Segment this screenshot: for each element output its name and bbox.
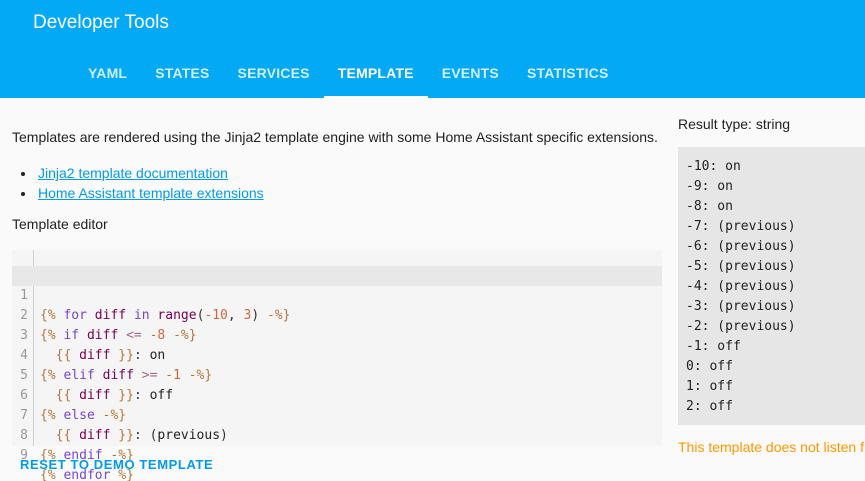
listen-warning-text: This template does not listen f	[678, 439, 864, 455]
tab-template[interactable]: TEMPLATE	[323, 50, 428, 98]
result-type-label: Result type: string	[678, 116, 791, 132]
template-editor-label: Template editor	[12, 216, 108, 232]
result-line: -3: (previous)	[686, 299, 796, 314]
result-line: -5: (previous)	[686, 259, 796, 274]
code-line[interactable]: 7 {{ diff }}: (previous)	[12, 386, 662, 443]
code-line[interactable]: 6 {% else -%}	[12, 366, 662, 423]
code-line[interactable]: 1 {% for diff in range(-10, 3) -%}	[12, 266, 662, 323]
result-line: -6: (previous)	[686, 239, 796, 254]
result-line: -7: (previous)	[686, 219, 796, 234]
result-line: 2: off	[686, 399, 733, 414]
code-line[interactable]: 9 {% endfor %}	[12, 426, 662, 481]
result-line: -1: off	[686, 339, 741, 354]
code-line[interactable]: 3 {{ diff }}: on	[12, 306, 662, 363]
result-line: 1: off	[686, 379, 733, 394]
code-line[interactable]: 8 {% endif -%}	[12, 406, 662, 463]
tab-events[interactable]: EVENTS	[428, 50, 513, 98]
tab-statistics[interactable]: STATISTICS	[513, 50, 623, 98]
result-output: -10: on -9: on -8: on -7: (previous) -6:…	[678, 147, 865, 425]
tab-states[interactable]: STATES	[141, 50, 223, 98]
reset-template-button[interactable]: RESET TO DEMO TEMPLATE	[20, 457, 213, 472]
tab-services[interactable]: SERVICES	[224, 50, 324, 98]
result-line: -10: on	[686, 159, 741, 174]
intro-text: Templates are rendered using the Jinja2 …	[12, 129, 658, 145]
list-item: Jinja2 template documentation	[36, 163, 264, 183]
result-line: -9: on	[686, 179, 733, 194]
code-line[interactable]: 4 {% elif diff >= -1 -%}	[12, 326, 662, 383]
result-line: -4: (previous)	[686, 279, 796, 294]
code-line[interactable]: 2 {% if diff <= -8 -%}	[12, 286, 662, 343]
result-line: -8: on	[686, 199, 733, 214]
jinja2-docs-link[interactable]: Jinja2 template documentation	[38, 165, 228, 181]
doc-links: Jinja2 template documentation Home Assis…	[36, 163, 264, 203]
template-editor[interactable]: 1 {% for diff in range(-10, 3) -%} 2 {% …	[12, 250, 662, 481]
code-line[interactable]: 5 {{ diff }}: off	[12, 346, 662, 403]
app-header: Developer Tools YAML STATES SERVICES TEM…	[0, 0, 865, 98]
tab-yaml[interactable]: YAML	[74, 50, 141, 98]
list-item: Home Assistant template extensions	[36, 183, 264, 203]
app-title: Developer Tools	[33, 12, 169, 33]
result-line: 0: off	[686, 359, 733, 374]
ha-template-extensions-link[interactable]: Home Assistant template extensions	[38, 185, 264, 201]
tab-bar: YAML STATES SERVICES TEMPLATE EVENTS STA…	[74, 50, 623, 98]
result-line: -2: (previous)	[686, 319, 796, 334]
